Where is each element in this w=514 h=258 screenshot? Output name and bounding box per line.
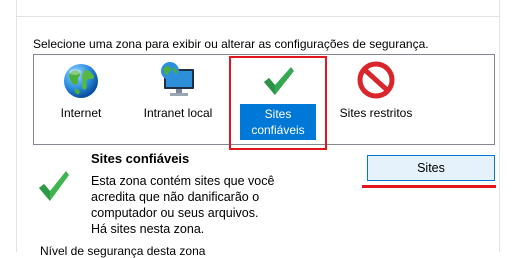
globe-icon [61, 61, 101, 101]
highlight-box-trusted-zone [229, 56, 327, 150]
zone-restricted-label: Sites restritos [339, 106, 413, 120]
dialog-right-edge [499, 0, 500, 252]
intranet-monitor-icon [158, 61, 198, 101]
dialog-top-edge [16, 16, 500, 17]
zone-details-line: acredita que não danificarão o [91, 190, 260, 204]
restricted-no-icon [356, 61, 396, 101]
zone-internet[interactable]: Internet [39, 55, 123, 143]
dialog-left-edge [16, 0, 17, 252]
zone-details-description: Esta zona contém sites que você acredita… [91, 173, 341, 237]
zone-details-line: Há sites nesta zona. [91, 222, 205, 236]
zone-instruction: Selecione uma zona para exibir ou altera… [33, 37, 429, 51]
zone-details-line: Esta zona contém sites que você [91, 174, 275, 188]
security-level-label: Nível de segurança desta zona [40, 244, 206, 258]
zone-details-line: computador ou seus arquivos. [91, 206, 259, 220]
zone-intranet-local[interactable]: Intranet local [128, 55, 228, 143]
zone-restricted-sites[interactable]: Sites restritos [330, 55, 422, 143]
zone-intranet-label: Intranet local [143, 106, 213, 120]
zone-details-title: Sites confiáveis [91, 151, 190, 166]
zone-internet-label: Internet [60, 106, 102, 120]
highlight-underline-sites-button [362, 185, 496, 188]
green-checkmark-icon [36, 165, 72, 205]
sites-button[interactable]: Sites [367, 155, 495, 181]
